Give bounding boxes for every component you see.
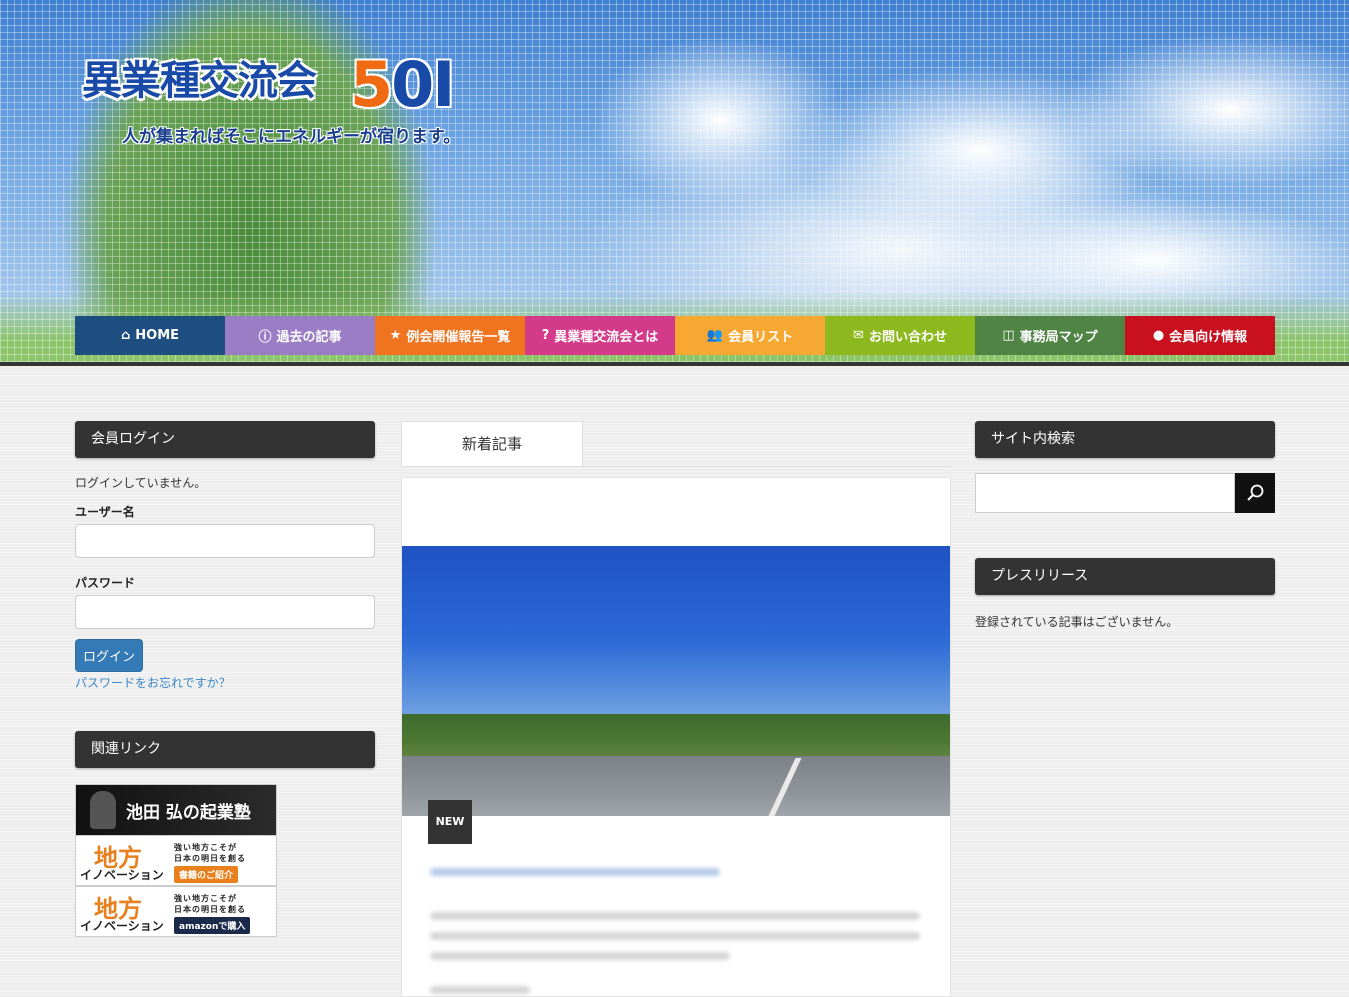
amazon-banner-subtitle: イノベーション <box>80 919 164 933</box>
info-icon: ⓘ <box>258 330 272 345</box>
book-banner-tagline: 強い地方こそが 日本の明日を創る <box>174 843 246 863</box>
amazon-banner-tagline: 強い地方こそが 日本の明日を創る <box>174 894 246 914</box>
person-photo-icon <box>90 791 116 829</box>
home-icon: ⌂ <box>120 328 131 343</box>
login-button[interactable]: ログイン <box>75 639 144 672</box>
nav-item-label: 会員向け情報 <box>1169 330 1248 345</box>
nav-item-label: お問い合わせ <box>868 330 947 345</box>
password-label: パスワード <box>75 576 136 590</box>
post-excerpt-line <box>430 952 730 960</box>
nav-item-4[interactable]: 👥 会員リスト <box>675 316 825 355</box>
nav-item-2[interactable]: ★ 例会開催報告一覧 <box>375 316 525 355</box>
post-excerpt-line <box>430 912 920 920</box>
nav-item-label: 例会開催報告一覧 <box>406 330 511 345</box>
user-icon: ● <box>1152 328 1165 343</box>
main-nav: ⌂ HOME ⓘ 過去の記事 ★ 例会開催報告一覧? 異業種交流会とは 👥 会員リスト ✉ お問い合… <box>75 316 1275 355</box>
ikeda-banner-text: 池田 弘の起業塾 <box>126 803 251 823</box>
logo-number: 50I <box>350 48 455 121</box>
question-icon: ? <box>541 328 550 343</box>
username-label: ユーザー名 <box>75 505 135 519</box>
star-icon: ★ <box>389 328 402 343</box>
right-sidebar: サイト内検索 プレスリリース 登録されている記事はございません。 <box>975 421 1275 630</box>
map-icon: ◫ <box>1002 328 1015 343</box>
tab-new-posts[interactable]: 新着記事 <box>401 421 583 466</box>
username-field[interactable] <box>75 524 375 558</box>
post-meta-blurred <box>430 986 530 994</box>
nav-item-label: 過去の記事 <box>276 330 342 345</box>
login-widget-title: 会員ログイン <box>75 421 375 458</box>
main-content: 新着記事 NEW <box>401 421 951 997</box>
nav-item-5[interactable]: ✉ お問い合わせ <box>825 316 975 355</box>
post-image[interactable] <box>402 546 950 816</box>
search-icon <box>1247 484 1264 501</box>
links-widget-title: 関連リンク <box>75 731 375 768</box>
site-tagline: 人が集まればそこにエネルギーが宿ります。 <box>122 127 461 147</box>
left-sidebar: 会員ログイン ログインしていません。 ユーザー名 パスワード ログイン パスワー… <box>75 421 375 937</box>
search-input[interactable] <box>975 473 1235 513</box>
book-banner-subtitle: イノベーション <box>80 868 164 882</box>
nav-item-label: 事務局マップ <box>1019 330 1098 345</box>
nav-item-label: HOME <box>135 328 180 343</box>
book-banner[interactable]: 地方 イノベーション 強い地方こそが 日本の明日を創る 書籍のご紹介 <box>75 836 277 886</box>
post-title-blurred[interactable] <box>430 868 720 876</box>
logo-title: 異業種交流会 <box>82 58 317 104</box>
amazon-banner[interactable]: 地方 イノベーション 強い地方こそが 日本の明日を創る amazonで購入 <box>75 886 277 937</box>
search-button[interactable] <box>1235 473 1275 513</box>
site-header: 異業種交流会 50I 人が集まればそこにエネルギーが宿ります。 ⌂ HOME ⓘ 過去… <box>0 0 1349 362</box>
users-icon: 👥 <box>706 328 724 343</box>
nav-item-7[interactable]: ● 会員向け情報 <box>1125 316 1275 355</box>
nav-item-0[interactable]: ⌂ HOME <box>75 316 225 355</box>
forgot-password-link[interactable]: パスワードをお忘れですか？ <box>75 674 375 691</box>
search-form <box>975 473 1275 513</box>
new-badge: NEW <box>428 800 472 844</box>
password-field[interactable] <box>75 595 375 629</box>
login-status: ログインしていません。 <box>75 476 207 490</box>
image-road <box>402 756 950 816</box>
book-banner-tag: 書籍のご紹介 <box>174 866 239 883</box>
ikeda-banner[interactable]: 池田 弘の起業塾 <box>75 784 277 836</box>
search-widget-title: サイト内検索 <box>975 421 1275 458</box>
nav-divider <box>0 362 1349 366</box>
nav-item-label: 異業種交流会とは <box>554 330 659 345</box>
nav-item-1[interactable]: ⓘ 過去の記事 <box>225 316 375 355</box>
nav-item-6[interactable]: ◫ 事務局マップ <box>975 316 1125 355</box>
site-logo[interactable]: 異業種交流会 50I 人が集まればそこにエネルギーが宿ります。 <box>82 52 460 148</box>
press-widget-title: プレスリリース <box>975 558 1275 595</box>
banner-list: 池田 弘の起業塾 地方 イノベーション 強い地方こそが 日本の明日を創る 書籍のご… <box>75 784 277 937</box>
amazon-banner-tag: amazonで購入 <box>174 917 251 934</box>
envelope-icon: ✉ <box>853 328 864 343</box>
nav-item-3[interactable]: ? 異業種交流会とは <box>525 316 675 355</box>
press-empty-text: 登録されている記事はございません。 <box>975 615 1179 629</box>
nav-item-label: 会員リスト <box>728 330 794 345</box>
post-excerpt-line <box>430 932 920 940</box>
post-card[interactable]: NEW <box>401 477 951 997</box>
